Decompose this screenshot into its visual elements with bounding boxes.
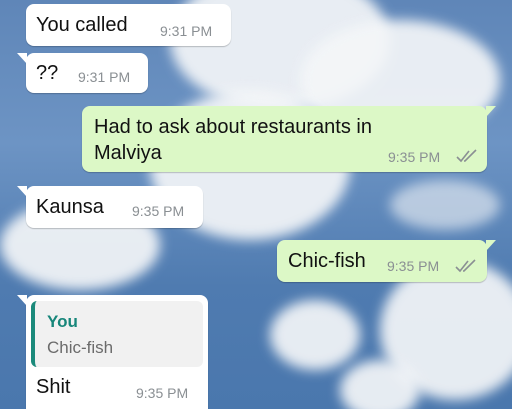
quoted-text: Chic-fish bbox=[47, 338, 114, 357]
message-text-line-1: Had to ask about restaurants in bbox=[94, 116, 372, 138]
double-check-icon bbox=[455, 259, 476, 273]
message-bubble-outgoing[interactable]: Had to ask about restaurants in Malviya … bbox=[82, 106, 496, 172]
message-bubble-incoming[interactable]: Kaunsa 9:35 PM bbox=[17, 186, 203, 228]
message-bubble-outgoing[interactable]: Chic-fish 9:35 PM bbox=[277, 240, 496, 282]
message-timestamp: 9:35 PM bbox=[388, 149, 441, 165]
message-timestamp: 9:31 PM bbox=[160, 23, 213, 39]
message-text: Chic-fish bbox=[288, 250, 366, 272]
message-text: Shit bbox=[36, 376, 71, 398]
message-timestamp: 9:35 PM bbox=[132, 203, 185, 219]
message-bubble-incoming[interactable]: ?? 9:31 PM bbox=[17, 53, 148, 93]
message-text: ?? bbox=[36, 62, 59, 84]
message-bubble-reply[interactable]: You Chic-fish Shit 9:35 PM bbox=[17, 295, 208, 409]
message-text: Kaunsa bbox=[36, 196, 104, 218]
message-bubble-incoming[interactable]: You called 9:31 PM bbox=[26, 4, 231, 46]
message-timestamp: 9:35 PM bbox=[136, 385, 189, 401]
quoted-author: You bbox=[47, 312, 78, 331]
message-timestamp: 9:31 PM bbox=[78, 69, 131, 85]
quoted-message[interactable]: You Chic-fish bbox=[31, 301, 203, 367]
message-timestamp: 9:35 PM bbox=[387, 258, 440, 274]
message-text: You called bbox=[36, 14, 128, 36]
message-text-line-2: Malviya bbox=[94, 142, 162, 164]
double-check-icon bbox=[456, 149, 477, 163]
